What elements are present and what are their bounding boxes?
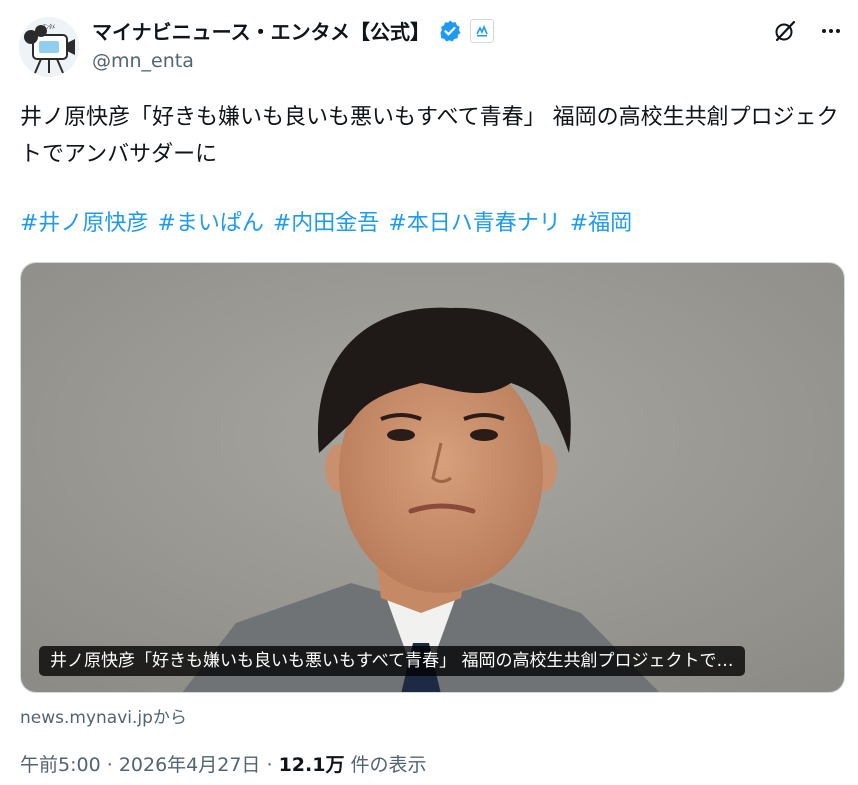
hashtag-link[interactable]: #井ノ原快彦 — [20, 211, 148, 236]
tweet: ｴﾝﾀﾒ マイナビニュース・エンタメ【公式】 @mn_enta 井ノ原快彦「好き… — [0, 0, 858, 785]
author-name-row: マイナビニュース・エンタメ【公式】 — [92, 16, 494, 45]
affiliate-badge-icon[interactable] — [470, 18, 494, 43]
tweet-hashtags: #井ノ原快彦 #まいぱん #内田金吾 #本日ハ青春ナリ #福岡 — [20, 205, 641, 242]
svg-text:ｴﾝﾀﾒ: ｴﾝﾀﾒ — [43, 24, 55, 31]
author-display-name[interactable]: マイナビニュース・エンタメ【公式】 — [92, 16, 430, 45]
hashtag-link[interactable]: #福岡 — [570, 211, 632, 236]
link-card-media[interactable]: 井ノ原快彦「好きも嫌いも良いも悪いもすべて青春」 福岡の高校生共創プロジェクトで… — [20, 262, 845, 693]
more-icon[interactable] — [818, 18, 844, 44]
tweet-time[interactable]: 午前5:00 — [20, 754, 101, 776]
portrait-photo — [21, 263, 844, 692]
grok-icon[interactable] — [772, 18, 798, 44]
tweet-meta: 午前5:00 · 2026年4月27日 · 12.1万 件の表示 — [20, 750, 427, 777]
hashtag-link[interactable]: #内田金吾 — [273, 211, 379, 236]
hashtag-link[interactable]: #本日ハ青春ナリ — [388, 211, 560, 236]
tweet-date[interactable]: 2026年4月27日 — [119, 754, 261, 776]
hashtag-link[interactable]: #まいぱん — [157, 211, 263, 236]
camera-mascot-icon: ｴﾝﾀﾒ — [19, 17, 79, 77]
view-count: 12.1万 — [278, 754, 345, 776]
author-avatar[interactable]: ｴﾝﾀﾒ — [19, 17, 79, 77]
verified-badge-icon[interactable] — [438, 19, 462, 43]
meta-separator: · — [266, 754, 273, 776]
author-handle[interactable]: @mn_enta — [92, 50, 194, 72]
tweet-text: 井ノ原快彦「好きも嫌いも良いも悪いもすべて青春」 福岡の高校生共創プロジェクトで… — [20, 105, 839, 167]
media-caption: 井ノ原快彦「好きも嫌いも良いも悪いもすべて青春」 福岡の高校生共創プロジェクトで… — [39, 646, 745, 676]
view-label: 件の表示 — [350, 754, 427, 776]
meta-separator: · — [106, 754, 113, 776]
link-source[interactable]: news.mynavi.jpから — [20, 703, 187, 728]
tweet-actions-top — [772, 18, 844, 44]
